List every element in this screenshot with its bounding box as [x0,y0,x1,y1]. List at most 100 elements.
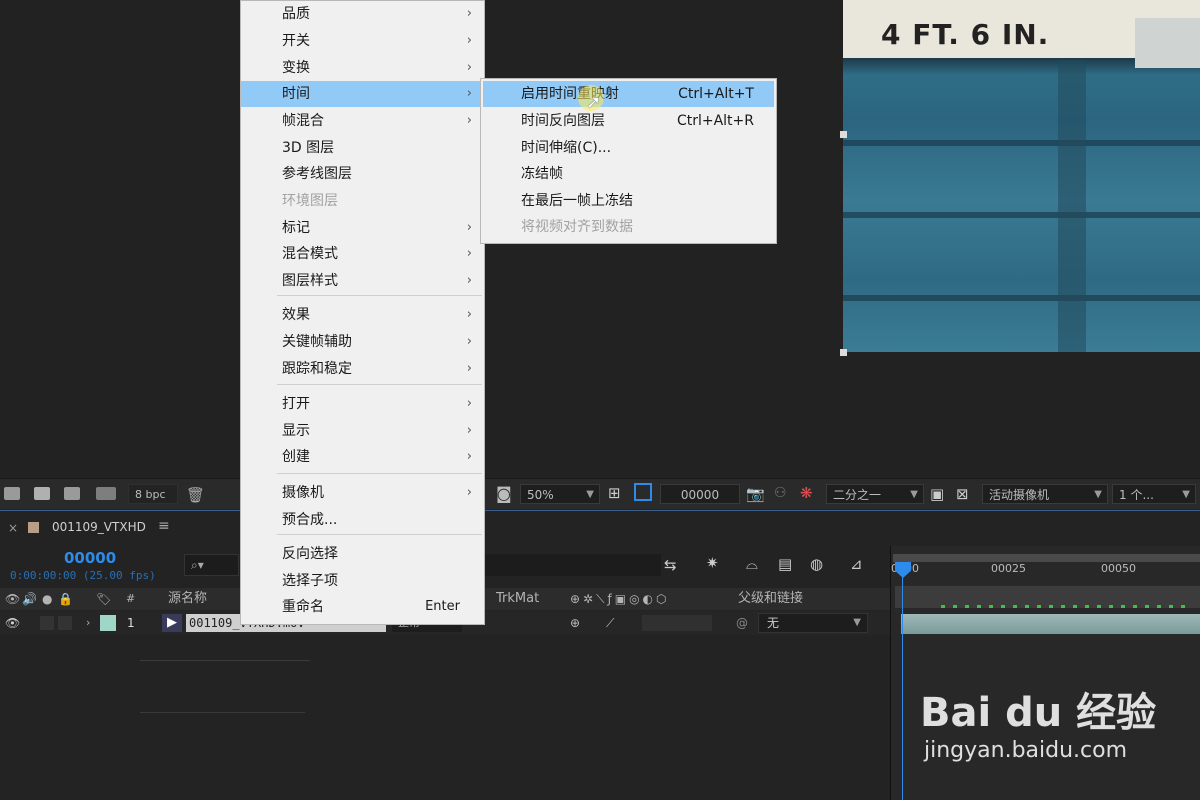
expand-chevron-icon[interactable]: › [86,611,90,635]
time-submenu-item[interactable]: 时间反向图层 Ctrl+Alt+R [483,108,774,134]
context-menu-item[interactable]: 标记 › [241,215,484,241]
region-icon[interactable]: ▣ [930,485,944,503]
parent-dropdown[interactable]: 无 ▼ [758,613,868,633]
context-menu-item[interactable]: 变换 › [241,55,484,81]
context-menu-item[interactable]: 选择子项 [241,568,484,594]
chevron-down-icon: ▼ [1182,489,1190,500]
playhead-icon[interactable] [895,562,911,578]
context-menu-item[interactable]: 时间 › [241,81,484,107]
time-submenu-item[interactable]: 在最后一帧上冻结 [483,188,774,214]
show-snapshot-icon[interactable]: ⚇ [774,485,787,501]
frame-blending-icon[interactable]: ▤ [778,555,792,573]
context-menu-item[interactable]: 摄像机 › [241,480,484,506]
context-menu-item[interactable]: 创建 › [241,444,484,470]
lock-icon[interactable]: 🔒 [58,588,73,610]
draft-3d-icon[interactable]: ✷ [706,554,719,572]
monitor-icon[interactable] [4,487,20,500]
time-submenu-item: 将视频对齐到数据 [483,214,774,240]
comp-tab-title[interactable]: 001109_VTXHD [52,520,146,534]
context-menu-item[interactable]: 打开 › [241,391,484,417]
time-submenu-item[interactable]: 时间伸缩(C)... [483,135,774,161]
work-area-bar[interactable] [893,554,1200,562]
current-frame[interactable]: 00000 [64,549,116,567]
context-menu-item[interactable]: 图层样式 › [241,268,484,294]
solo-icon[interactable]: ● [42,588,52,610]
context-menu-item-label: 帧混合 [282,113,324,129]
trkmat-column-header[interactable]: TrkMat [496,588,539,610]
panel-menu-icon[interactable]: ≡ [158,518,170,534]
context-menu-item[interactable]: 帧混合 › [241,108,484,134]
region-of-interest-icon[interactable]: ⊞ [608,484,621,502]
context-menu-item-label: 预合成... [282,512,338,528]
views-dropdown[interactable]: 1 个... ▼ [1112,484,1196,504]
search-input[interactable]: ⌕▾ [184,554,239,576]
audio-toggle[interactable] [40,616,54,630]
source-name-column-header[interactable]: 源名称 [168,588,207,610]
close-tab-icon[interactable]: × [8,521,18,535]
layer-duration-bar[interactable] [901,614,1200,634]
channel-icon[interactable]: ❋ [800,484,813,502]
ruler-mark: 00050 [1101,562,1136,575]
quality-switch-icon[interactable]: ⟋ [606,611,614,635]
time-submenu: 启用时间重映射 Ctrl+Alt+T 时间反向图层 Ctrl+Alt+R 时间伸缩(C)… [480,78,777,244]
context-menu-item[interactable]: 预合成... [241,507,484,533]
zoom-dropdown[interactable]: 50% ▼ [520,484,600,504]
context-menu-item[interactable]: 关键帧辅助 › [241,329,484,355]
graph-editor-icon[interactable]: ⊿ [850,555,863,573]
trash-icon[interactable]: 🗑 [186,486,205,504]
comp-flowchart-icon[interactable]: ⇆ [664,556,677,574]
context-menu-item[interactable]: 参考线图层 [241,161,484,187]
chevron-right-icon: › [466,86,472,101]
zoom-value: 50% [527,488,554,502]
footage-frame[interactable]: 4 FT. 6 IN. [843,0,1200,352]
index-column-header[interactable]: # [126,588,135,610]
motion-blur-icon[interactable]: ◍ [810,555,823,573]
layer-label-color[interactable] [100,615,116,631]
search-input-continued[interactable] [485,554,661,576]
switch-boxes[interactable] [642,615,712,631]
shy-icon[interactable]: ⌓ [746,555,758,573]
audio-icon[interactable]: 🔊 [22,588,37,610]
transparency-grid-icon[interactable] [634,483,652,501]
eye-icon[interactable]: 👁 [5,588,20,610]
folder-icon[interactable] [34,487,50,500]
context-menu-item[interactable]: 混合模式 › [241,241,484,267]
visibility-icon[interactable]: 👁 [5,611,20,635]
context-menu-item[interactable]: 反向选择 [241,541,484,567]
time-submenu-item[interactable]: 启用时间重映射 Ctrl+Alt+T [483,81,774,107]
context-menu-item[interactable]: 效果 › [241,302,484,328]
label-tag-icon[interactable]: 🏷 [96,588,111,610]
transform-handle[interactable] [840,131,847,138]
context-menu-item[interactable]: 跟踪和稳定 › [241,356,484,382]
shy-switch-icon[interactable]: ⊕ [570,611,580,635]
chevron-right-icon: › [466,33,472,48]
time-submenu-shortcut: Ctrl+Alt+R [676,113,754,129]
camera-snapshot-icon[interactable]: 📷 [746,485,765,503]
divider [140,712,305,713]
parent-column-header[interactable]: 父级和链接 [738,588,803,610]
chevron-right-icon: › [466,6,472,21]
flowchart-icon[interactable] [96,487,116,500]
transform-handle[interactable] [840,349,847,356]
context-menu-item[interactable]: 重命名 Enter [241,594,484,620]
mask-icon[interactable]: ◙ [496,484,512,503]
footage-icon[interactable] [64,487,80,500]
context-menu-item[interactable]: 3D 图层 [241,135,484,161]
timecode-field[interactable]: 00000 [660,484,740,504]
context-menu-item-label: 品质 [282,6,310,22]
context-menu-item[interactable]: 品质 › [241,1,484,27]
lock-toggle[interactable] [58,616,72,630]
context-menu-item-label: 打开 [282,396,310,412]
context-menu-item[interactable]: 显示 › [241,418,484,444]
camera-dropdown[interactable]: 活动摄像机 ▼ [982,484,1108,504]
time-submenu-item[interactable]: 冻结帧 [483,161,774,187]
ruler-mark: 00025 [991,562,1026,575]
resolution-value: 二分之一 [833,488,882,502]
pickwhip-icon[interactable]: @ [736,611,748,635]
context-menu-item-label: 标记 [282,220,310,236]
resolution-dropdown[interactable]: 二分之一 ▼ [826,484,924,504]
bpc-button[interactable]: 8 bpc [128,484,178,504]
grid-icon[interactable]: ⊠ [956,485,969,503]
context-menu-item[interactable]: 开关 › [241,28,484,54]
time-submenu-item-label: 时间伸缩(C)... [521,140,612,156]
